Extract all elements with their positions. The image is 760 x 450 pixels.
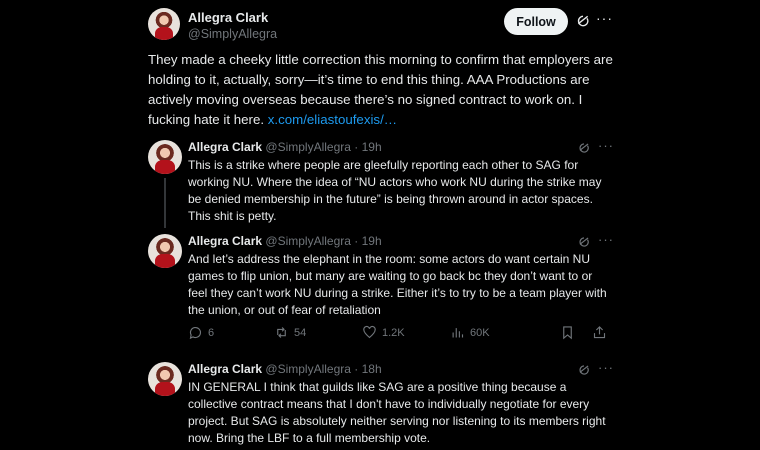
repost-count: 54 — [294, 326, 307, 339]
reply-count: 6 — [208, 326, 215, 339]
author-name[interactable]: Allegra Clark — [188, 234, 262, 248]
reply-text: And let’s address the elephant in the ro… — [188, 252, 607, 317]
author-handle[interactable]: @SimplyAllegra — [188, 27, 277, 41]
bookmark-button[interactable] — [560, 325, 575, 340]
reply-icon — [189, 326, 202, 340]
grok-icon[interactable] — [574, 12, 592, 30]
views-icon — [452, 328, 464, 338]
reply-header: Allegra Clark @SimplyAllegra · 19h — [188, 140, 382, 154]
like-count: 1.2K — [382, 326, 405, 339]
tweet-text: They made a cheeky little correction thi… — [148, 50, 620, 130]
reply-button[interactable]: 6 — [188, 325, 214, 340]
reply-header: Allegra Clark @SimplyAllegra · 18h — [188, 362, 382, 376]
share-button[interactable] — [592, 325, 607, 340]
reply-text: This is a strike where people are gleefu… — [188, 158, 602, 223]
bookmark-icon — [563, 326, 572, 340]
author-meta[interactable]: @SimplyAllegra · 19h — [265, 234, 381, 248]
author-name[interactable]: Allegra Clark — [188, 10, 268, 25]
more-icon[interactable]: ··· — [596, 10, 613, 26]
more-icon[interactable]: ··· — [598, 138, 614, 153]
tweet-thread: Allegra Clark @SimplyAllegra Follow ··· … — [138, 0, 622, 450]
avatar[interactable] — [148, 8, 180, 40]
avatar[interactable] — [148, 362, 182, 396]
screenshot-frame: Allegra Clark @SimplyAllegra Follow ··· … — [0, 0, 760, 450]
thread-line — [164, 178, 166, 228]
reply-header: Allegra Clark @SimplyAllegra · 19h — [188, 234, 382, 248]
avatar[interactable] — [148, 234, 182, 268]
author-name[interactable]: Allegra Clark — [188, 140, 262, 154]
share-icon — [593, 326, 606, 339]
more-icon[interactable]: ··· — [598, 360, 614, 375]
views-button[interactable]: 60K — [450, 325, 490, 340]
grok-icon[interactable] — [576, 234, 592, 250]
grok-icon[interactable] — [576, 362, 592, 378]
author-name[interactable]: Allegra Clark — [188, 362, 262, 376]
view-count: 60K — [470, 326, 490, 339]
heart-icon — [363, 325, 376, 339]
follow-button[interactable]: Follow — [504, 8, 568, 35]
repost-button[interactable]: 54 — [274, 325, 306, 340]
author-meta[interactable]: @SimplyAllegra · 19h — [265, 140, 381, 154]
avatar[interactable] — [148, 140, 182, 174]
tweet-actions: 6 54 1.2K 60K — [188, 325, 608, 343]
like-button[interactable]: 1.2K — [362, 325, 405, 340]
reply-text: IN GENERAL I think that guilds like SAG … — [188, 380, 606, 445]
more-icon[interactable]: ··· — [598, 232, 614, 247]
tweet-link[interactable]: x.com/eliastoufexis/… — [268, 112, 397, 127]
grok-icon[interactable] — [576, 140, 592, 156]
author-meta[interactable]: @SimplyAllegra · 18h — [265, 362, 381, 376]
repost-icon — [277, 327, 286, 338]
